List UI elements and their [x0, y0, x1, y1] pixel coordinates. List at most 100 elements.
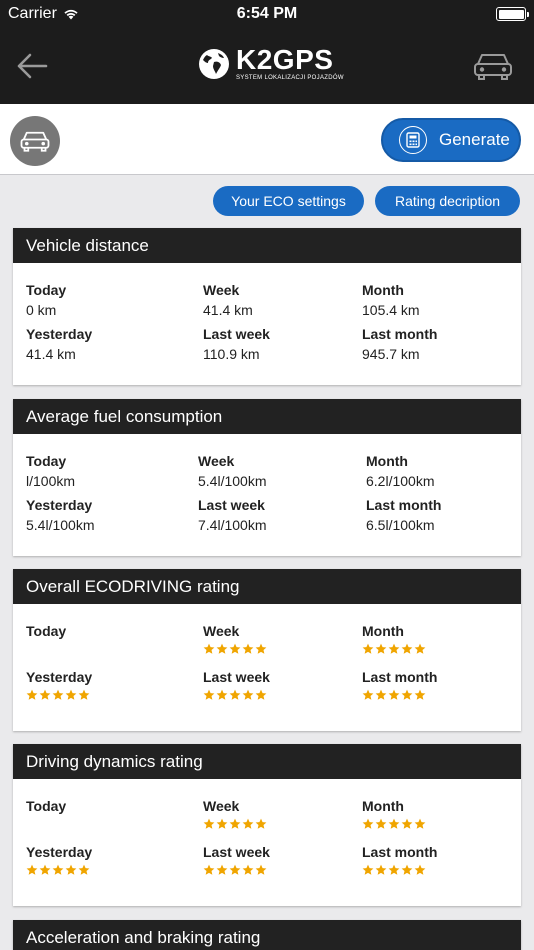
stat-value: l/100km — [26, 473, 76, 489]
star-rating — [26, 689, 92, 701]
stat-label: Last month — [362, 326, 438, 342]
star-icon — [414, 818, 426, 829]
status-time: 6:54 PM — [236, 5, 298, 22]
card-title: Vehicle distance — [13, 228, 521, 263]
star-rating — [362, 689, 437, 701]
stat-label: Month — [362, 623, 404, 639]
back-arrow-icon[interactable] — [14, 48, 50, 84]
rating-description-button[interactable]: Rating decription — [375, 186, 520, 216]
app-logo: K2GPS SYSTEM LOKALIZACJI POJAZDÓW — [198, 46, 344, 82]
star-icon — [78, 689, 90, 700]
stat-cell: Yesterday — [26, 667, 92, 701]
stat-label: Month — [362, 282, 404, 298]
card-title: Average fuel consumption — [13, 399, 521, 434]
star-icon — [388, 643, 400, 654]
vehicle-avatar[interactable] — [10, 116, 60, 166]
stat-cell: Yesterday 5.4l/100km — [26, 495, 94, 535]
battery-icon — [496, 7, 529, 21]
star-icon — [362, 689, 374, 700]
star-rating — [362, 818, 426, 830]
star-icon — [52, 689, 64, 700]
star-icon — [375, 643, 387, 654]
star-icon — [65, 864, 77, 875]
stat-cell: Yesterday — [26, 842, 92, 876]
stats-card: Acceleration and braking rating — [13, 920, 521, 950]
globe-icon — [199, 49, 229, 79]
stat-label: Today — [26, 282, 67, 298]
stat-cell: Yesterday 41.4 km — [26, 324, 92, 364]
star-icon — [375, 689, 387, 700]
star-icon — [388, 689, 400, 700]
star-icon — [39, 689, 51, 700]
card-title: Overall ECODRIVING rating — [13, 569, 521, 604]
stat-label: Today — [26, 453, 67, 469]
star-icon — [255, 818, 267, 829]
stat-label: Yesterday — [26, 669, 93, 685]
stat-label: Last week — [203, 844, 270, 860]
stat-value: 41.4 km — [203, 302, 253, 318]
star-icon — [78, 864, 90, 875]
star-icon — [414, 689, 426, 700]
stats-card: Vehicle distance Today 0 km Week 41.4 km Mont… — [13, 228, 521, 385]
star-icon — [203, 864, 215, 875]
stat-label: Yesterday — [26, 844, 93, 860]
stat-cell: Today 0 km — [26, 280, 66, 320]
star-icon — [216, 689, 228, 700]
star-icon — [203, 689, 215, 700]
stat-cell: Last month 6.5l/100km — [366, 495, 441, 535]
stat-cell: Last week 7.4l/100km — [198, 495, 266, 535]
star-icon — [39, 864, 51, 875]
stat-label: Week — [198, 453, 235, 469]
star-icon — [229, 818, 241, 829]
star-icon — [362, 818, 374, 829]
star-icon — [401, 864, 413, 875]
star-icon — [388, 818, 400, 829]
star-icon — [229, 864, 241, 875]
stat-cell: Last week — [203, 667, 270, 701]
stats-card: Average fuel consumption Today l/100km Week… — [13, 399, 521, 556]
star-icon — [26, 864, 38, 875]
stat-cell: Month — [362, 621, 426, 655]
stat-label: Week — [203, 282, 240, 298]
generate-button[interactable]: Generate — [381, 118, 521, 162]
stat-value: 5.4l/100km — [198, 473, 267, 489]
star-rating — [203, 643, 267, 655]
stat-label: Yesterday — [26, 497, 93, 513]
star-rating — [362, 643, 426, 655]
star-icon — [26, 689, 38, 700]
star-icon — [375, 818, 387, 829]
stat-value: 7.4l/100km — [198, 517, 267, 533]
stat-value: 6.5l/100km — [366, 517, 435, 533]
card-title: Acceleration and braking rating — [13, 920, 521, 950]
star-icon — [216, 818, 228, 829]
stat-value: 110.9 km — [203, 346, 260, 362]
star-icon — [255, 643, 267, 654]
star-icon — [242, 689, 254, 700]
stat-cell: Last week 110.9 km — [203, 324, 270, 364]
eco-settings-button[interactable]: Your ECO settings — [213, 186, 364, 216]
stat-label: Last week — [203, 326, 270, 342]
star-icon — [414, 643, 426, 654]
calculator-icon — [399, 126, 427, 154]
star-icon — [203, 818, 215, 829]
stat-value: 105.4 km — [362, 302, 420, 318]
star-icon — [362, 643, 374, 654]
star-icon — [229, 689, 241, 700]
stat-label: Last month — [366, 497, 442, 513]
stat-label: Today — [26, 798, 67, 814]
star-rating — [26, 864, 92, 876]
stat-label: Last week — [203, 669, 270, 685]
stat-cell: Last month 945.7 km — [362, 324, 437, 364]
star-icon — [401, 818, 413, 829]
stat-cell: Last week — [203, 842, 270, 876]
stat-value: 41.4 km — [26, 346, 76, 362]
star-icon — [216, 864, 228, 875]
stat-cell: Month 105.4 km — [362, 280, 420, 320]
star-icon — [401, 689, 413, 700]
stat-value: 0 km — [26, 302, 57, 318]
car-icon[interactable] — [472, 50, 514, 82]
stat-label: Last week — [198, 497, 265, 513]
stat-cell: Today l/100km — [26, 451, 75, 491]
star-icon — [216, 643, 228, 654]
stat-label: Week — [203, 623, 240, 639]
